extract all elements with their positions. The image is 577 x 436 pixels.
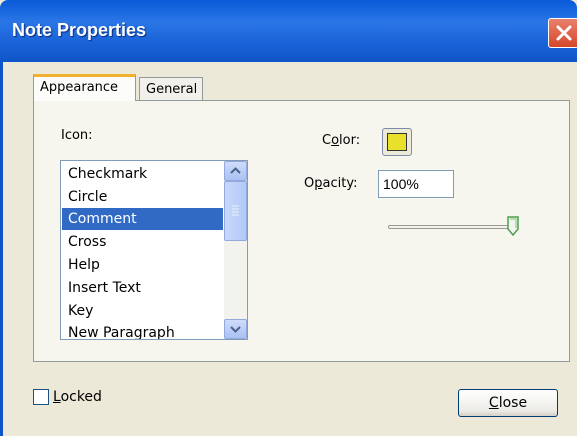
- accelerator-key: o: [331, 133, 340, 148]
- list-item-circle[interactable]: Circle: [62, 186, 223, 208]
- scroll-thumb[interactable]: [224, 181, 247, 241]
- tab-appearance[interactable]: Appearance: [33, 74, 136, 101]
- list-item-checkmark[interactable]: Checkmark: [62, 163, 223, 185]
- opacity-slider-thumb[interactable]: [507, 216, 519, 237]
- close-button[interactable]: Close: [458, 389, 558, 417]
- window-title: Note Properties: [12, 20, 147, 40]
- list-item-comment[interactable]: Comment: [62, 208, 223, 230]
- chevron-up-icon: [230, 167, 241, 174]
- scroll-down-button[interactable]: [224, 319, 247, 339]
- locked-checkbox[interactable]: [33, 389, 49, 405]
- locked-label[interactable]: Locked: [53, 389, 102, 405]
- tab-label: General: [146, 82, 198, 97]
- list-item-key[interactable]: Key: [62, 300, 223, 322]
- chevron-down-icon: [230, 326, 241, 333]
- list-item-new-paragraph[interactable]: New Paragraph: [62, 322, 223, 339]
- list-item-insert-text[interactable]: Insert Text: [62, 277, 223, 299]
- accelerator-key: p: [314, 176, 323, 191]
- label-text: O: [304, 176, 315, 191]
- list-item-cross[interactable]: Cross: [62, 231, 223, 253]
- label-text: acity:: [322, 176, 358, 191]
- icon-listbox[interactable]: Checkmark Circle Comment Cross Help Inse…: [60, 160, 248, 340]
- grip-icon: [232, 205, 239, 216]
- color-picker-button[interactable]: [382, 128, 412, 156]
- opacity-input[interactable]: [378, 170, 454, 198]
- opacity-label: Opacity:: [304, 176, 357, 191]
- accelerator-key: C: [488, 395, 499, 411]
- label-text: ocked: [60, 389, 102, 405]
- scroll-up-button[interactable]: [224, 161, 247, 181]
- opacity-slider-track[interactable]: [388, 225, 512, 229]
- color-swatch: [387, 133, 407, 151]
- title-bar[interactable]: Note Properties: [0, 0, 577, 62]
- window-close-button[interactable]: [548, 18, 577, 48]
- label-text: C: [322, 133, 332, 148]
- tab-general[interactable]: General: [139, 77, 203, 101]
- list-item-help[interactable]: Help: [62, 254, 223, 276]
- close-icon: [556, 25, 572, 41]
- icon-label: Icon:: [61, 128, 93, 143]
- tab-label: Appearance: [40, 80, 119, 95]
- icon-list-scrollbar[interactable]: [224, 161, 247, 339]
- label-text: lor:: [339, 133, 361, 148]
- accelerator-key: L: [53, 389, 61, 405]
- button-label: lose: [498, 395, 528, 411]
- color-label: Color:: [322, 133, 360, 148]
- slider-thumb-icon: [507, 216, 519, 237]
